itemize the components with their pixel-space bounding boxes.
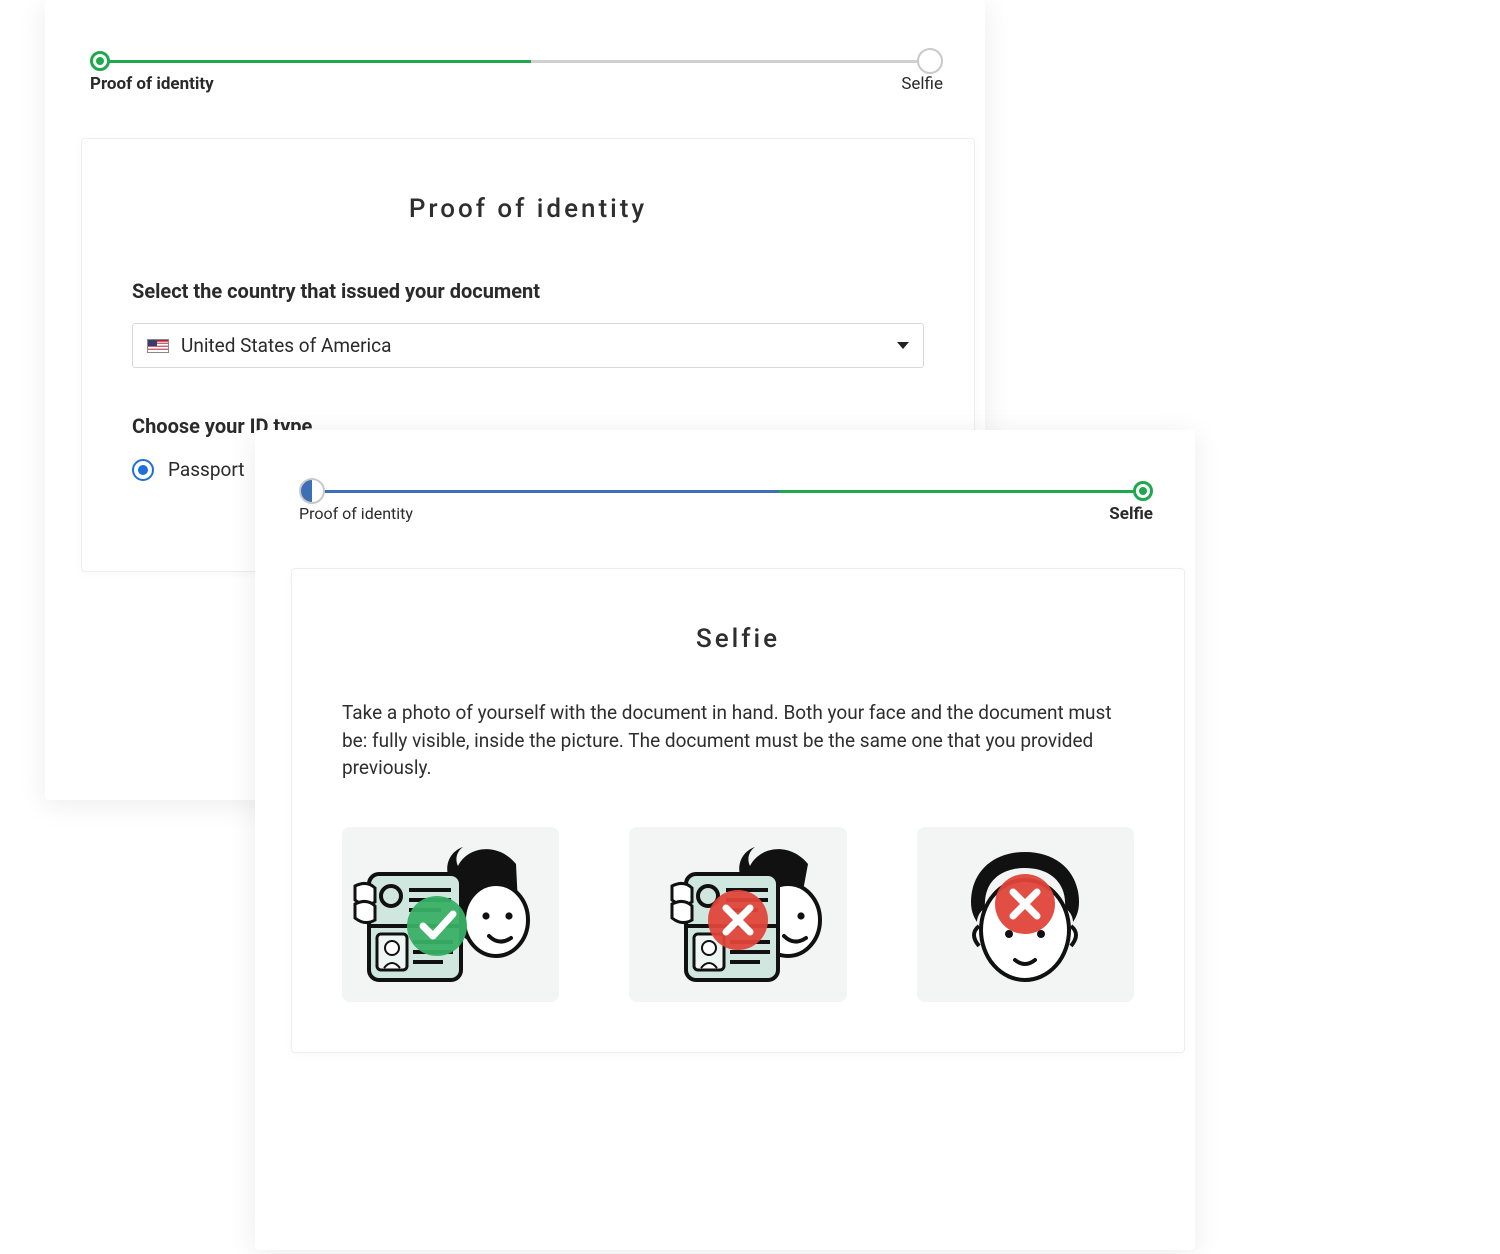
selfie-panel: Selfie Take a photo of yourself with the… <box>291 568 1185 1053</box>
step-label-selfie: Selfie <box>1109 504 1153 524</box>
progress-fill <box>309 490 779 493</box>
radio-selected-icon <box>132 459 154 481</box>
id-type-option-label: Passport <box>168 458 244 481</box>
panel-title: Selfie <box>342 624 1134 654</box>
step-label-proof-of-identity: Proof of identity <box>90 74 214 94</box>
selfie-face-covered-icon <box>638 834 838 994</box>
country-prompt: Select the country that issued your docu… <box>132 279 924 303</box>
example-row <box>342 827 1134 1002</box>
selfie-instructions: Take a photo of yourself with the docume… <box>342 699 1134 782</box>
example-correct <box>342 827 559 1002</box>
step-label-selfie: Selfie <box>901 74 943 94</box>
selfie-screen: Proof of identity Selfie Selfie Take a p… <box>255 430 1195 1250</box>
step-dot-selfie[interactable] <box>1133 481 1153 501</box>
example-wrong-no-document <box>917 827 1134 1002</box>
step-dot-proof-of-identity[interactable] <box>90 51 110 71</box>
chevron-down-icon <box>897 342 909 349</box>
step-dot-selfie[interactable] <box>917 48 943 74</box>
panel-title: Proof of identity <box>132 194 924 224</box>
step-label-proof-of-identity: Proof of identity <box>299 504 413 523</box>
country-selected-value: United States of America <box>181 334 391 357</box>
selfie-correct-icon <box>351 834 551 994</box>
country-select[interactable]: United States of America <box>132 323 924 368</box>
progress-fill <box>99 60 531 63</box>
example-wrong-face-covered <box>629 827 846 1002</box>
selfie-no-doc-icon <box>925 834 1125 994</box>
step-dot-proof-of-identity[interactable] <box>299 478 325 504</box>
us-flag-icon <box>147 339 169 353</box>
